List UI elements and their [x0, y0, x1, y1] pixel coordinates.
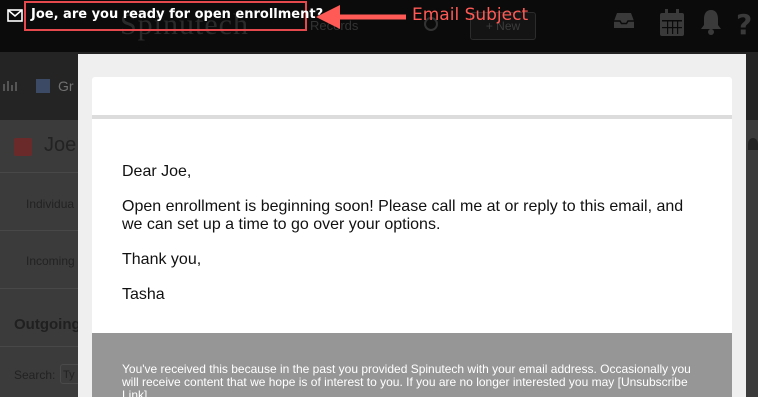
email-greeting: Dear Joe, — [122, 163, 192, 180]
svg-text:?: ? — [736, 8, 752, 38]
group-icon — [36, 79, 50, 93]
user-icon[interactable] — [748, 138, 758, 150]
email-footer-text: You've received this because in the past… — [122, 362, 691, 397]
calendar-icon[interactable] — [658, 8, 686, 38]
email-footer: You've received this because in the past… — [92, 333, 732, 397]
inbox-icon[interactable] — [612, 8, 636, 32]
annotation-arrow-icon — [316, 5, 406, 29]
bell-icon[interactable] — [698, 8, 724, 36]
tab-incoming[interactable]: Incoming — [26, 254, 75, 268]
outgoing-heading: Outgoing — [14, 316, 81, 333]
table-search-value: Ty — [63, 369, 75, 381]
email-closing: Thank you, — [122, 251, 202, 268]
email-paragraph: Open enrollment is beginning soon! Pleas… — [122, 198, 684, 233]
email-body: Dear Joe, Open enrollment is beginning s… — [92, 119, 732, 333]
help-icon[interactable]: ? — [734, 8, 758, 38]
tab-individual[interactable]: Individua — [26, 197, 74, 211]
search-label: Search: — [14, 368, 56, 382]
bar-chart-icon[interactable] — [2, 78, 18, 92]
email-signature: Tasha — [122, 286, 165, 303]
contact-color-badge — [14, 138, 32, 156]
email-preview-header — [92, 77, 732, 115]
contact-name: Joe — [44, 134, 77, 156]
nav-item-group[interactable]: Gr — [58, 78, 74, 94]
envelope-icon — [7, 9, 23, 22]
email-subject: Joe, are you ready for open enrollment? — [31, 7, 324, 22]
annotation-label: Email Subject — [412, 5, 529, 25]
